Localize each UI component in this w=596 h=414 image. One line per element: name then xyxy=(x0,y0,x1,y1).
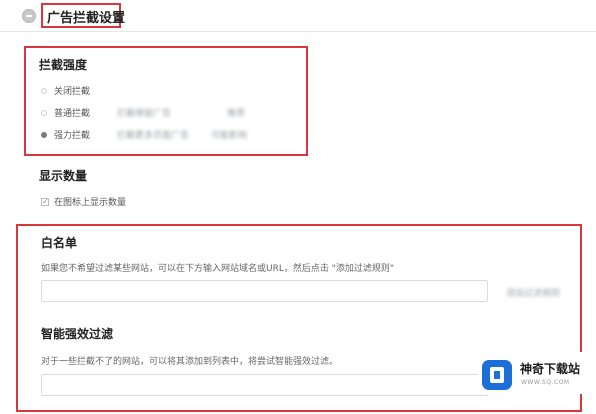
option-off[interactable]: 关闭拦截 xyxy=(39,84,299,98)
smart-filter-title: 智能强效过滤 xyxy=(41,327,114,341)
watermark-url: WWW.SQ.COM xyxy=(521,379,570,386)
option-strong-desc: 拦截更多页面广告 xyxy=(117,131,190,141)
option-normal-label: 普通拦截 xyxy=(54,109,91,119)
option-strong-label: 强力拦截 xyxy=(54,131,91,141)
display-count-label: 在图标上显示数量 xyxy=(54,198,127,208)
radio-strong[interactable] xyxy=(41,132,47,138)
add-filter-rule-button[interactable]: 添加过滤规则 xyxy=(506,286,560,299)
page-title: 广告拦截设置 xyxy=(47,11,126,26)
option-strong[interactable]: 强力拦截 拦截更多页面广告 可能影响 xyxy=(39,128,299,142)
whitelist-description: 如果您不希望过滤某些网站，可以在下方输入网站域名或URL，然后点击 "添加过滤规… xyxy=(41,264,394,274)
option-strong-note: 可能影响 xyxy=(211,131,248,141)
option-normal-note: 推荐 xyxy=(227,109,246,119)
radio-off[interactable] xyxy=(41,88,47,94)
block-strength-title: 拦截强度 xyxy=(39,58,88,72)
whitelist-title: 白名单 xyxy=(41,236,78,250)
whitelist-input[interactable] xyxy=(41,280,488,302)
option-normal-desc: 拦截弹窗广告 xyxy=(117,109,172,119)
watermark-name: 神奇下载站 xyxy=(520,362,581,376)
display-count-title: 显示数量 xyxy=(39,169,88,183)
download-site-logo-icon xyxy=(482,360,512,390)
display-count-checkbox[interactable]: ✓ xyxy=(41,198,49,206)
option-normal[interactable]: 普通拦截 拦截弹窗广告 推荐 xyxy=(39,106,299,120)
option-off-label: 关闭拦截 xyxy=(54,87,91,97)
header-divider xyxy=(0,31,596,32)
smart-filter-input[interactable] xyxy=(41,374,488,396)
collapse-icon[interactable] xyxy=(22,9,36,23)
smart-filter-description: 对于一些拦截不了的网站，可以将其添加到列表中，将尝试智能强效过滤。 xyxy=(41,357,339,367)
display-count-option[interactable]: ✓ 在图标上显示数量 xyxy=(41,195,171,209)
radio-normal[interactable] xyxy=(41,110,47,116)
